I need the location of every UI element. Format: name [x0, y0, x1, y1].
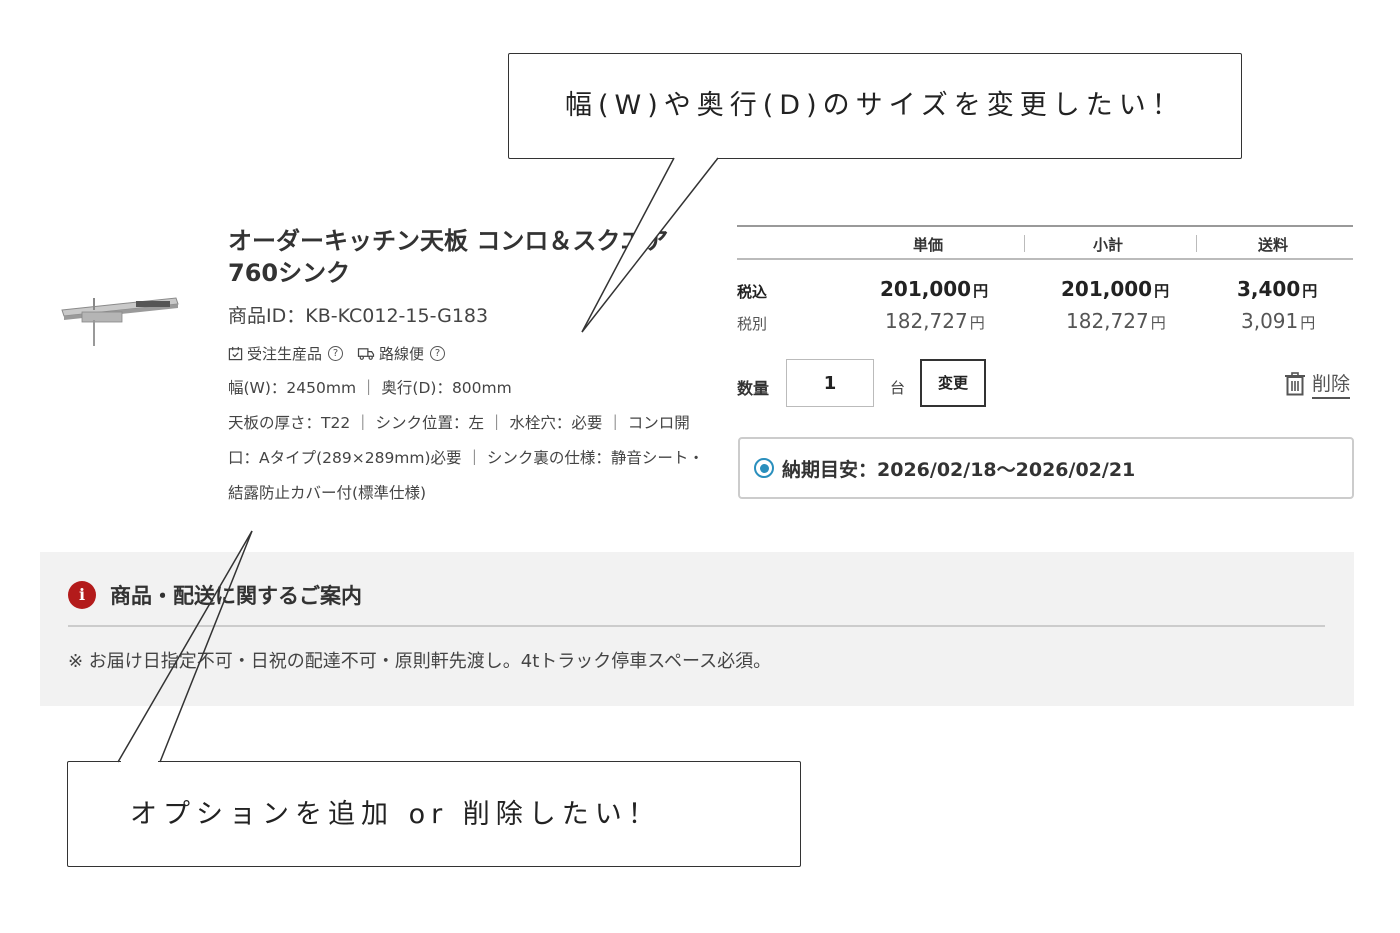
notice-title-text: 商品・配送に関するご案内: [110, 584, 362, 608]
callout-size-change: 幅(W)や奥行(D)のサイズを変更したい！: [508, 53, 1242, 159]
header-unit-price: 単価: [913, 236, 944, 254]
delivery-estimate: 納期目安：2026/02/18〜2026/02/21: [738, 437, 1354, 499]
tag-freight: 路線便: [379, 345, 425, 363]
info-icon: i: [68, 581, 96, 609]
quantity-label: 数量: [737, 379, 770, 398]
subtotal-tax-excl: 182,727 円: [1066, 309, 1166, 333]
delivery-text: 納期目安：2026/02/18〜2026/02/21: [782, 458, 1136, 481]
spec-options: 天板の厚さ：T22 ｜ シンク位置：左 ｜ 水栓穴：必要 ｜ コンロ開口：Aタイ…: [228, 414, 704, 502]
shipping-tax-incl: 3,400 円: [1237, 277, 1318, 301]
row-label-tax-incl: 税込: [737, 283, 768, 301]
notice-title: i 商品・配送に関するご案内: [68, 580, 362, 610]
notice-panel: [40, 552, 1354, 706]
tag-made-to-order: 受注生産品: [247, 345, 323, 363]
radio-selected-icon: [754, 458, 774, 478]
header-shipping: 送料: [1258, 236, 1289, 254]
product-thumbnail: [61, 297, 179, 346]
quantity-input[interactable]: [786, 359, 874, 407]
quantity-unit: 台: [890, 379, 906, 397]
unit-price-tax-excl: 182,727 円: [885, 309, 985, 333]
shipping-tax-excl: 3,091 円: [1241, 309, 1316, 333]
trash-icon: [1285, 372, 1305, 396]
callout-option-change: オプションを追加 or 削除したい！: [67, 761, 801, 867]
notice-text: ※ お届け日指定不可・日祝の配達不可・原則軒先渡し。4tトラック停車スペース必須…: [68, 651, 772, 672]
notice-divider: [68, 625, 1325, 627]
product-id: 商品ID：KB-KC012-15-G183: [228, 305, 489, 327]
change-quantity-button[interactable]: 変更: [920, 359, 986, 407]
spec-size: 幅(W)：2450mm ｜ 奥行(D)：800mm: [228, 379, 512, 397]
help-icon[interactable]: ?: [328, 346, 344, 361]
unit-price-tax-incl: 201,000 円: [880, 277, 989, 301]
subtotal-tax-incl: 201,000 円: [1061, 277, 1170, 301]
header-divider: [1196, 235, 1197, 252]
row-label-tax-excl: 税別: [737, 315, 768, 333]
header-subtotal: 小計: [1093, 236, 1124, 254]
price-table-header: 単価 小計 送料: [737, 225, 1353, 260]
calendar-check-icon: [228, 346, 243, 361]
product-tags: 受注生産品 ? 路線便 ?: [228, 343, 455, 364]
truck-icon: [357, 348, 375, 360]
header-divider: [1024, 235, 1025, 252]
price-table: 単価 小計 送料: [737, 225, 1353, 260]
delete-label: 削除: [1312, 369, 1351, 399]
delete-button[interactable]: 削除: [1284, 369, 1351, 399]
help-icon[interactable]: ?: [430, 346, 446, 361]
product-title[interactable]: オーダーキッチン天板 コンロ＆スクエア760シンク: [228, 225, 708, 289]
